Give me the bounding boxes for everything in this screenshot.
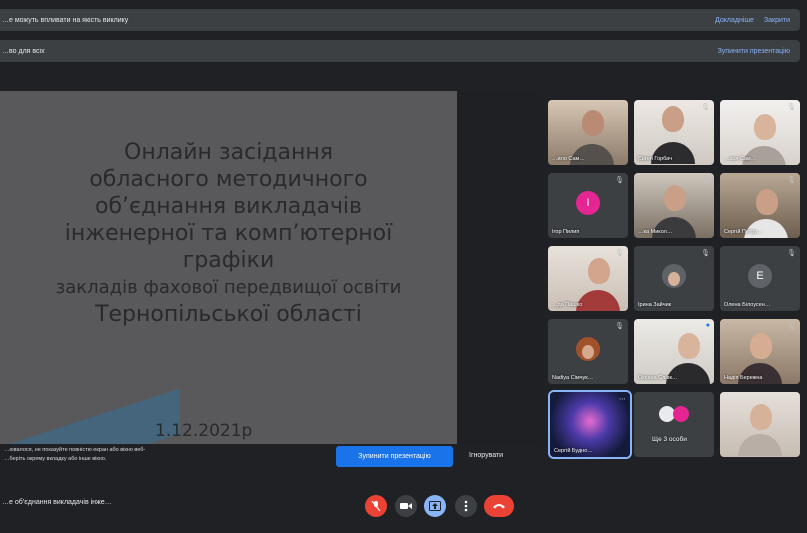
stop-presenting-link[interactable]: Зупинити презентацію	[718, 48, 790, 55]
participant-name: Олена Білоусен…	[724, 302, 771, 308]
participant-name: Оксана Слівк…	[638, 375, 678, 381]
end-call-icon[interactable]	[484, 495, 514, 517]
share-warning-bar: …ювалося, не показуйте повністю екран аб…	[0, 444, 540, 468]
ignore-button[interactable]: Ігнорувати	[469, 452, 503, 459]
share-warning-line: …ювалося, не показуйте повністю екран аб…	[4, 447, 146, 453]
banner-message: …е можуть впливати на якість виклику	[2, 16, 129, 24]
mic-off-icon: 🎙	[787, 104, 796, 111]
mic-off-icon[interactable]	[365, 495, 387, 517]
present-icon[interactable]	[424, 495, 446, 517]
participant-name: Nadiya Сімчук…	[552, 375, 594, 381]
close-banner-button[interactable]: Закрити	[764, 17, 790, 24]
connection-warning-banner: …е можуть впливати на якість виклику Док…	[0, 9, 800, 31]
share-warning-line: …беріть окрему вкладку або інше вікно.	[4, 456, 107, 462]
participant-tile-self[interactable]: ⋯ Сергій Будно…	[548, 390, 632, 459]
more-vert-icon[interactable]	[455, 495, 477, 517]
participant-tile[interactable]: 🎙 …ило Сам…	[548, 100, 628, 165]
more-options-icon[interactable]: ⋯	[619, 395, 626, 403]
mic-off-icon: 🎙	[701, 177, 710, 184]
participant-tile[interactable]: E 🎙 Олена Білоусен…	[720, 246, 800, 311]
slide-title-line: Тернопільської області	[95, 302, 362, 327]
participant-face	[750, 333, 772, 359]
video-letterbox	[457, 91, 542, 466]
participant-tile[interactable]: 🎙 Ірина Зайчик	[634, 246, 714, 311]
participant-name: …да Пашко	[552, 302, 583, 308]
participant-name: …ка Микол…	[638, 229, 673, 235]
presenting-banner: …во для всіх Зупинити презентацію	[0, 40, 800, 62]
camera-icon[interactable]	[395, 495, 417, 517]
participant-avatar: І	[576, 191, 600, 215]
participant-tile[interactable]: 🎙 Сергій Петру…	[720, 173, 800, 238]
details-link[interactable]: Докладніше	[715, 17, 754, 24]
participant-face	[582, 110, 604, 136]
participant-tile[interactable]: 🎙 Євген Горбач	[634, 100, 714, 165]
slide-title-line: об’єднання викладачів	[94, 194, 363, 219]
mic-off-icon: 🎙	[615, 250, 624, 257]
participant-name: Євген Горбач	[638, 156, 672, 162]
participant-tile-overflow[interactable]: Ще 3 особи	[634, 392, 714, 457]
mic-off-icon: 🎙	[787, 323, 796, 330]
participant-avatar: E	[748, 264, 772, 288]
participant-name: Сергій Будно…	[554, 448, 593, 454]
slide-title: Онлайн засідання обласного методичного о…	[0, 139, 457, 328]
mic-off-icon: 🎙	[701, 250, 710, 257]
participant-name: …ася Сам…	[724, 156, 757, 162]
participant-tile[interactable]: 🎙 …ася Сам…	[720, 100, 800, 165]
slide-title-line: графіки	[182, 248, 275, 273]
meeting-name: …е об’єднання викладачів інже…	[2, 499, 112, 506]
participant-face	[588, 258, 610, 284]
participant-tile[interactable]: 🎙 Надія Бережна	[720, 319, 800, 384]
participant-face	[678, 333, 700, 359]
participant-name: Сергій Петру…	[724, 229, 763, 235]
mic-off-icon: 🎙	[615, 104, 624, 111]
participant-tile[interactable]	[720, 392, 800, 457]
presenting-message: …во для всіх	[2, 47, 45, 55]
participant-name: Ігор Пилип	[552, 229, 580, 235]
participant-tile[interactable]: І 🎙 Ігор Пилип	[548, 173, 628, 238]
participant-tile[interactable]: ● Оксана Слівк…	[634, 319, 714, 384]
mic-off-icon: 🎙	[615, 177, 624, 184]
stop-presenting-button[interactable]: Зупинити презентацію	[336, 446, 453, 467]
share-warning-text: …ювалося, не показуйте повністю екран аб…	[4, 446, 224, 464]
participant-face	[664, 185, 686, 211]
participant-face	[754, 114, 776, 140]
shared-screen: Онлайн засідання обласного методичного о…	[0, 91, 457, 466]
participant-name: Надія Бережна	[724, 375, 763, 381]
participant-face	[750, 404, 772, 430]
slide-title-line: Онлайн засідання	[124, 140, 333, 165]
overflow-avatar	[673, 406, 689, 422]
speaking-icon: ●	[705, 322, 710, 329]
participant-face	[662, 106, 684, 132]
slide-date: 1.12.2021р	[155, 421, 253, 441]
participant-tile[interactable]: 🎙 Nadiya Сімчук…	[548, 319, 628, 384]
mic-off-icon: 🎙	[615, 323, 624, 330]
control-bar: …е об’єднання викладачів інже…	[0, 470, 807, 533]
participant-tile[interactable]: 🎙 …ка Микол…	[634, 173, 714, 238]
participant-tile[interactable]: 🎙 …да Пашко	[548, 246, 628, 311]
slide-title-line: обласного методичного	[89, 167, 368, 192]
participant-avatar	[576, 337, 600, 361]
participant-avatar	[662, 264, 686, 288]
mic-off-icon: 🎙	[787, 250, 796, 257]
overflow-count: Ще 3 особи	[652, 436, 687, 443]
mic-off-icon: 🎙	[787, 177, 796, 184]
participant-name: Ірина Зайчик	[638, 302, 672, 308]
slide-title-line: інженерної та комп’ютерної	[64, 221, 393, 246]
mic-off-icon: 🎙	[701, 104, 710, 111]
participant-face	[756, 189, 778, 215]
participant-name: …ило Сам…	[552, 156, 585, 162]
slide-title-line: закладів фахової передвищої освіти	[55, 277, 402, 298]
